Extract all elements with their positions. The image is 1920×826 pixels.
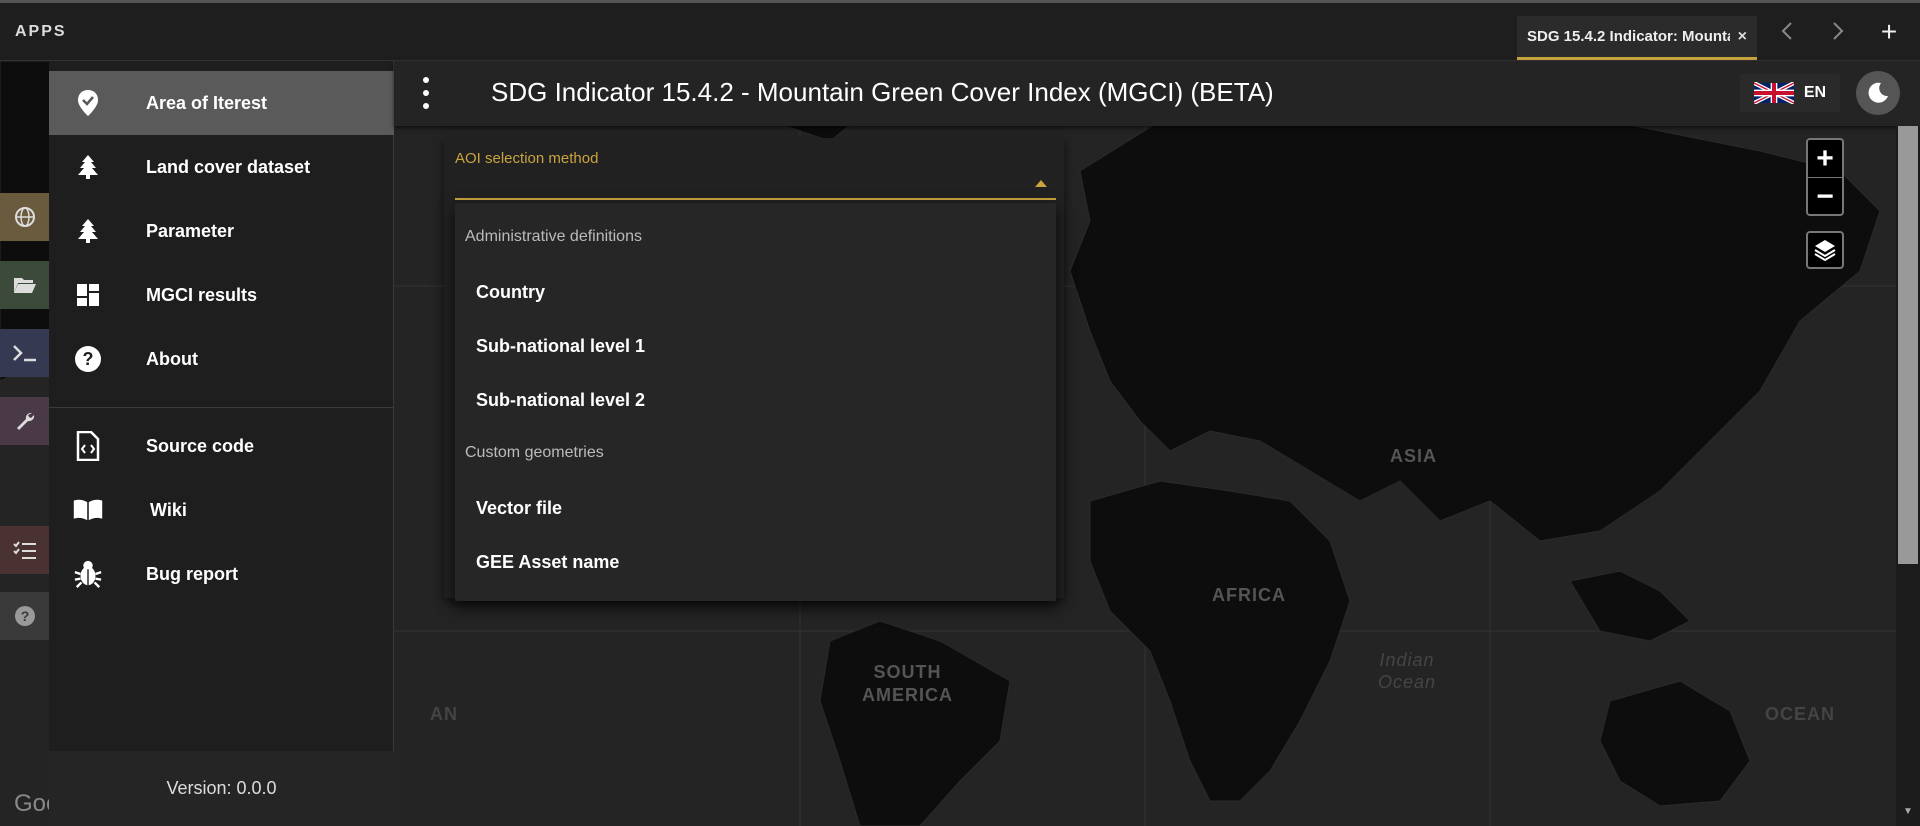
checklist-icon [12,541,36,559]
menu-item-country[interactable]: Country [455,265,1056,319]
menu-group-header: Custom geometries [465,444,604,461]
rail-folder-button[interactable] [0,261,49,309]
zoom-out-button[interactable]: − [1808,178,1842,215]
terminal-icon [12,345,36,362]
chevron-right-icon[interactable] [1823,19,1853,49]
drawer-item-area-of-interest[interactable]: Area of Iterest [49,71,394,135]
drawer-item-about[interactable]: ? About [49,327,394,391]
map-label-south-america: SOUTH AMERICA [862,662,953,705]
theme-toggle-button[interactable] [1856,71,1900,115]
dashboard-icon [73,280,103,310]
bug-icon [73,559,103,589]
wrench-icon [16,412,34,430]
drawer-link-label: Bug report [146,563,238,584]
aoi-method-select[interactable] [455,198,1056,200]
layers-icon [1814,240,1836,262]
map-label-ocean: OCEAN [1765,704,1836,724]
rail-help-button[interactable]: ? [0,592,49,640]
new-tab-button[interactable]: + [1874,17,1904,47]
file-code-icon [73,431,103,461]
drawer-item-label: About [146,348,198,369]
zoom-control: + − [1806,138,1844,216]
chevron-left-icon[interactable] [1772,19,1802,49]
layers-button[interactable] [1806,231,1844,269]
app-bar: SDG Indicator 15.4.2 - Mountain Green Co… [394,61,1920,126]
drawer-item-mgci-results[interactable]: MGCI results [49,263,394,327]
scroll-down-arrow-icon[interactable]: ▼ [1900,806,1916,822]
aoi-method-label: AOI selection method [455,150,599,167]
drawer-item-label: Land cover dataset [146,156,311,177]
svg-text:?: ? [20,608,29,624]
drawer-item-label: Area of Iterest [146,92,268,113]
language-button[interactable]: EN [1740,74,1840,112]
menu-group-header: Administrative definitions [465,228,642,245]
drawer-link-label: Source code [146,435,255,456]
map-label-ocean-left: AN [430,704,458,724]
folder-open-icon [13,278,36,293]
rail-terminal-button[interactable] [0,329,49,377]
close-icon[interactable]: × [1738,28,1747,46]
svg-text:?: ? [83,349,94,369]
left-rail: ? [0,61,49,826]
menu-item-sub-national-1[interactable]: Sub-national level 1 [455,319,1056,373]
book-open-icon [73,495,103,525]
map-marker-check-icon [73,88,103,118]
help-icon: ? [14,606,35,626]
map-label-asia: ASIA [1390,446,1438,466]
map-label-indian-ocean: Indian Ocean [1378,650,1437,692]
pine-tree-icon [73,216,103,246]
drawer-item-land-cover[interactable]: Land cover dataset [49,135,394,199]
menu-item-vector-file[interactable]: Vector file [455,481,1056,535]
rail-checklist-button[interactable] [0,526,49,574]
drawer-link-source-code[interactable]: Source code [49,414,394,478]
drawer-link-label: Wiki [150,499,187,520]
kebab-menu-icon[interactable] [416,77,436,109]
menu-item-sub-national-2[interactable]: Sub-national level 2 [455,373,1056,427]
pine-tree-icon [73,152,103,182]
caret-up-icon[interactable] [1035,180,1047,187]
drawer-link-bug-report[interactable]: Bug report [49,542,394,606]
drawer-item-parameter[interactable]: Parameter [49,199,394,263]
navigation-drawer: Area of Iterest Land cover dataset Param… [49,61,394,826]
globe-icon [14,207,35,227]
drawer-item-label: Parameter [146,220,235,241]
tab-sdg-indicator[interactable]: SDG 15.4.2 Indicator: Mountain Green Cov… [1517,16,1757,60]
uk-flag-icon [1753,82,1794,104]
aoi-method-menu: Administrative definitions Country Sub-n… [455,203,1056,601]
rail-wrench-button[interactable] [0,397,49,445]
drawer-divider [49,407,394,408]
help-circle-icon: ? [73,344,103,374]
page-scrollbar[interactable]: ▼ [1896,126,1920,826]
drawer-link-wiki[interactable]: Wiki [49,478,394,542]
page-title: SDG Indicator 15.4.2 - Mountain Green Co… [491,77,1274,107]
rail-globe-button[interactable] [0,193,49,241]
drawer-item-label: MGCI results [146,284,258,305]
apps-label[interactable]: APPS [15,23,67,41]
menu-item-gee-asset[interactable]: GEE Asset name [455,535,1056,589]
scrollbar-thumb[interactable] [1898,126,1918,564]
map-label-africa: AFRICA [1212,585,1286,605]
language-label: EN [1803,84,1827,101]
version-label: Version: 0.0.0 [49,751,394,826]
moon-icon [1868,82,1888,103]
zoom-in-button[interactable]: + [1808,140,1842,177]
top-bar: APPS SDG 15.4.2 Indicator: Mountain Gree… [0,0,1920,61]
tab-title: SDG 15.4.2 Indicator: Mountain Green Cov… [1527,28,1730,45]
